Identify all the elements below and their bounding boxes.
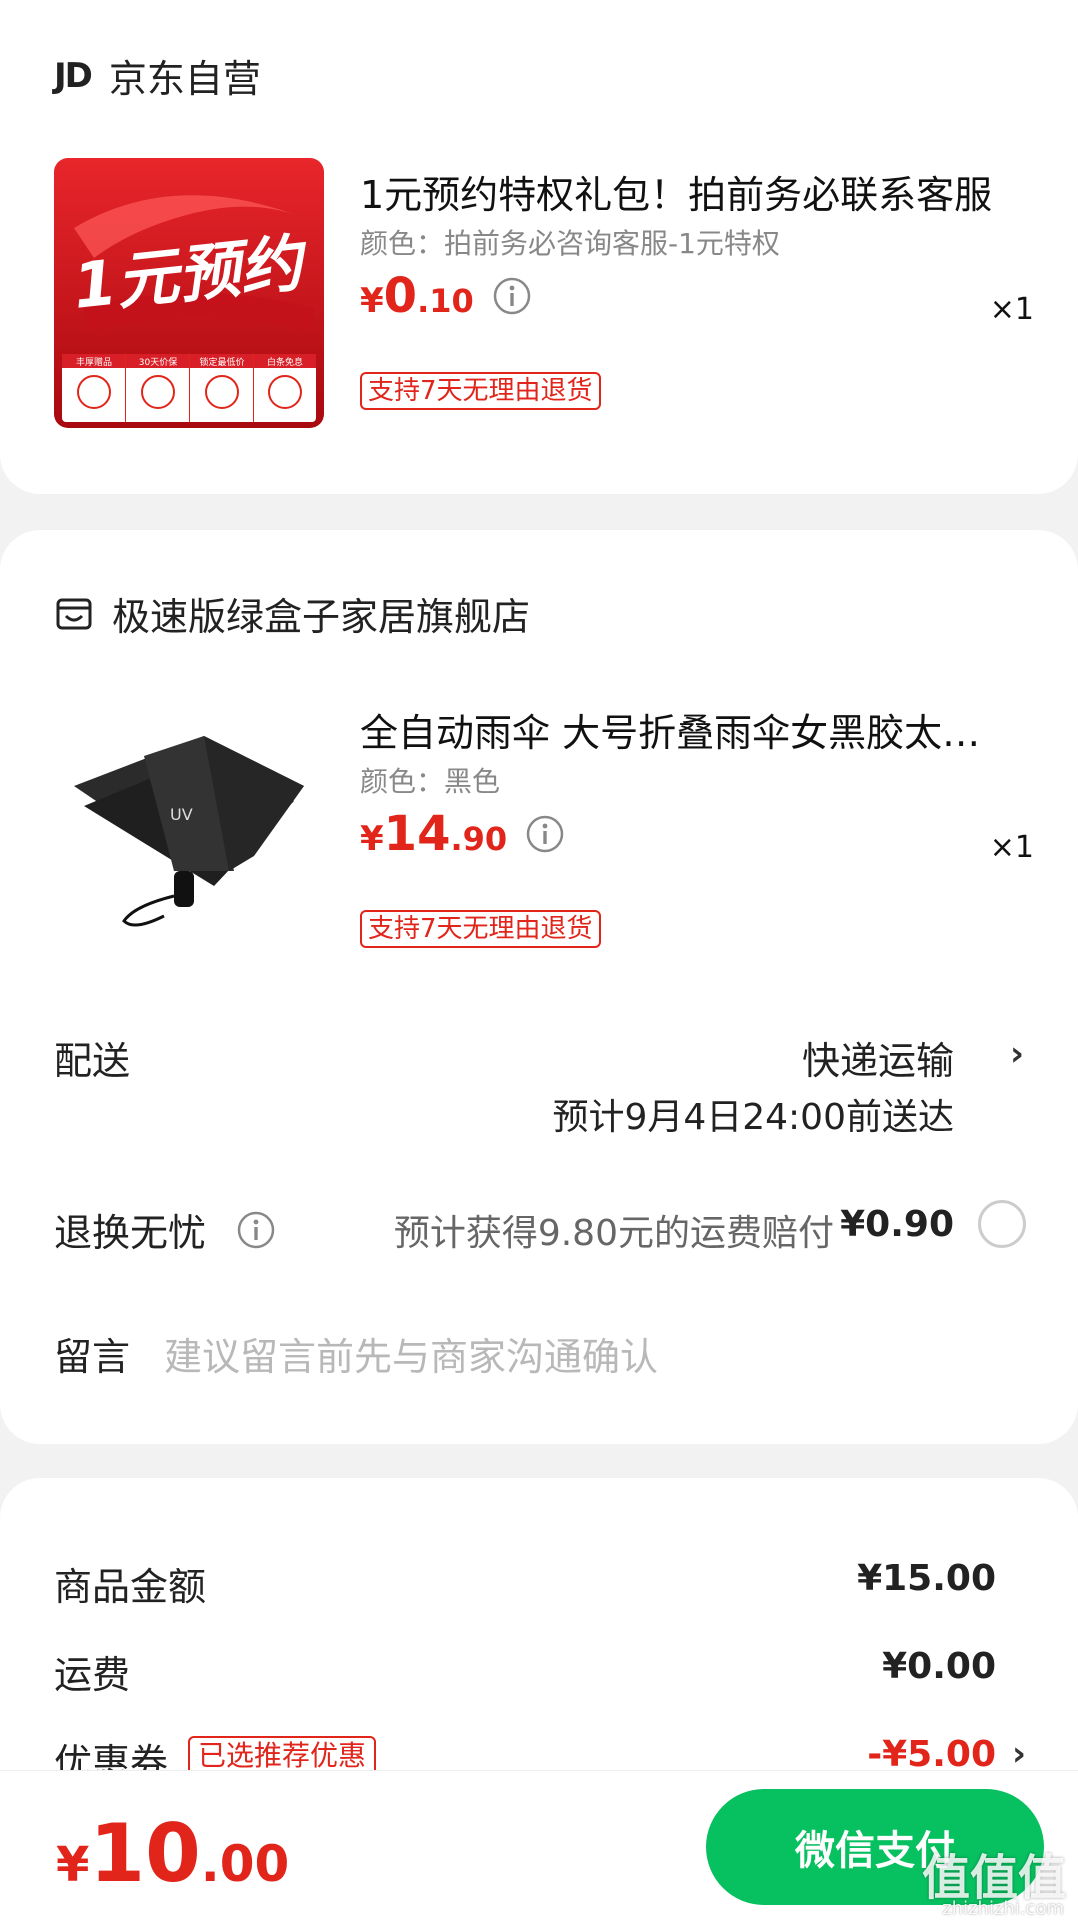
store-name: 京东自营 (108, 57, 261, 101)
thumb-badge-4: 白条免息 (267, 356, 303, 368)
umbrella-image: UV (54, 696, 324, 966)
coupon-value[interactable]: -¥5.00 (867, 1734, 996, 1775)
return-policy-tag: 支持7天无理由退货 (360, 910, 601, 948)
checkout-bottom-bar: ¥ 10 .00 微信支付 (0, 1770, 1078, 1926)
price-decimal: .10 (417, 282, 474, 320)
gift-pack-image: 1元预约 丰厚赠品 30天价保 锁定最低价 白条免息 (54, 158, 324, 428)
product-price: ¥ 0 .10 (360, 268, 532, 324)
delivery-eta: 预计9月4日24:00前送达 (552, 1097, 954, 1138)
chevron-right-icon[interactable]: › (1012, 1734, 1026, 1774)
product-title[interactable]: 1元预约特权礼包！拍前务必联系客服 (360, 164, 1000, 219)
chevron-right-icon[interactable]: › (1010, 1034, 1024, 1074)
jd-logo: JD (54, 55, 93, 96)
goods-amount-label: 商品金额 (54, 1565, 207, 1609)
refund-description: 预计获得9.80元的运费赔付 (393, 1213, 834, 1254)
info-icon[interactable] (525, 814, 565, 854)
shipping-fee-value: ¥0.00 (882, 1646, 996, 1687)
total-currency: ¥ (56, 1837, 90, 1893)
delivery-label: 配送 (54, 1039, 131, 1083)
refund-price: ¥0.90 (840, 1204, 954, 1245)
product-title[interactable]: 全自动雨伞 大号折叠雨伞女黑胶太阳伞 (360, 702, 1000, 757)
note-input[interactable]: 建议留言前先与商家沟通确认 (164, 1326, 658, 1381)
shipping-fee-label: 运费 (54, 1653, 131, 1697)
store-header-2[interactable]: 极速版绿盒子家居旗舰店 (54, 586, 530, 641)
delivery-method[interactable]: 快递运输 (802, 1030, 954, 1085)
product-quantity: ×1 (989, 830, 1034, 865)
store-card-2 (0, 530, 1078, 1444)
total-decimal: .00 (200, 1835, 290, 1893)
product-quantity: ×1 (989, 292, 1034, 327)
product-spec[interactable]: 颜色：黑色 (360, 760, 500, 800)
refund-label: 退换无忧 (54, 1211, 207, 1255)
order-total: ¥ 10 .00 (56, 1807, 289, 1900)
checkout-page: JD 京东自营 1元预约 丰厚赠品 30天价保 锁定最低价 白条免息 1元预约特… (0, 0, 1078, 1926)
price-integer: 0 (383, 268, 418, 324)
price-currency: ¥ (360, 819, 384, 859)
refund-radio[interactable] (978, 1200, 1026, 1248)
store-name: 极速版绿盒子家居旗舰店 (112, 595, 531, 639)
product-thumbnail[interactable]: 1元预约 丰厚赠品 30天价保 锁定最低价 白条免息 (54, 158, 324, 428)
goods-amount-value: ¥15.00 (857, 1558, 996, 1599)
price-decimal: .90 (450, 820, 508, 858)
product-item-gift-pack[interactable]: 1元预约 丰厚赠品 30天价保 锁定最低价 白条免息 1元预约特权礼包！拍前务必… (54, 158, 1034, 430)
info-icon[interactable] (492, 276, 532, 316)
thumb-badge-2: 30天价保 (139, 356, 177, 368)
store-header-jd[interactable]: JD 京东自营 (54, 48, 261, 103)
info-icon[interactable] (236, 1210, 276, 1250)
return-policy-tag: 支持7天无理由退货 (360, 372, 601, 410)
product-spec[interactable]: 颜色：拍前务必咨询客服-1元特权 (360, 222, 780, 262)
refund-row: 退换无忧 (54, 1202, 276, 1257)
watermark-url: zhizhizhi.com (942, 1898, 1064, 1919)
thumb-badge-3: 锁定最低价 (199, 356, 244, 368)
product-thumbnail[interactable]: UV (54, 696, 324, 966)
umbrella-label: UV (170, 805, 193, 824)
price-currency: ¥ (360, 281, 384, 321)
shop-icon (56, 598, 92, 629)
price-integer: 14 (383, 806, 451, 862)
note-label: 留言 (54, 1335, 131, 1379)
thumb-badge-1: 丰厚赠品 (76, 356, 112, 368)
product-item-umbrella[interactable]: UV 全自动雨伞 大号折叠雨伞女黑胶太阳伞 颜色：黑色 ¥ 14 .90 ×1 … (54, 696, 1034, 968)
product-price: ¥ 14 .90 (360, 806, 565, 862)
total-integer: 10 (89, 1807, 201, 1900)
